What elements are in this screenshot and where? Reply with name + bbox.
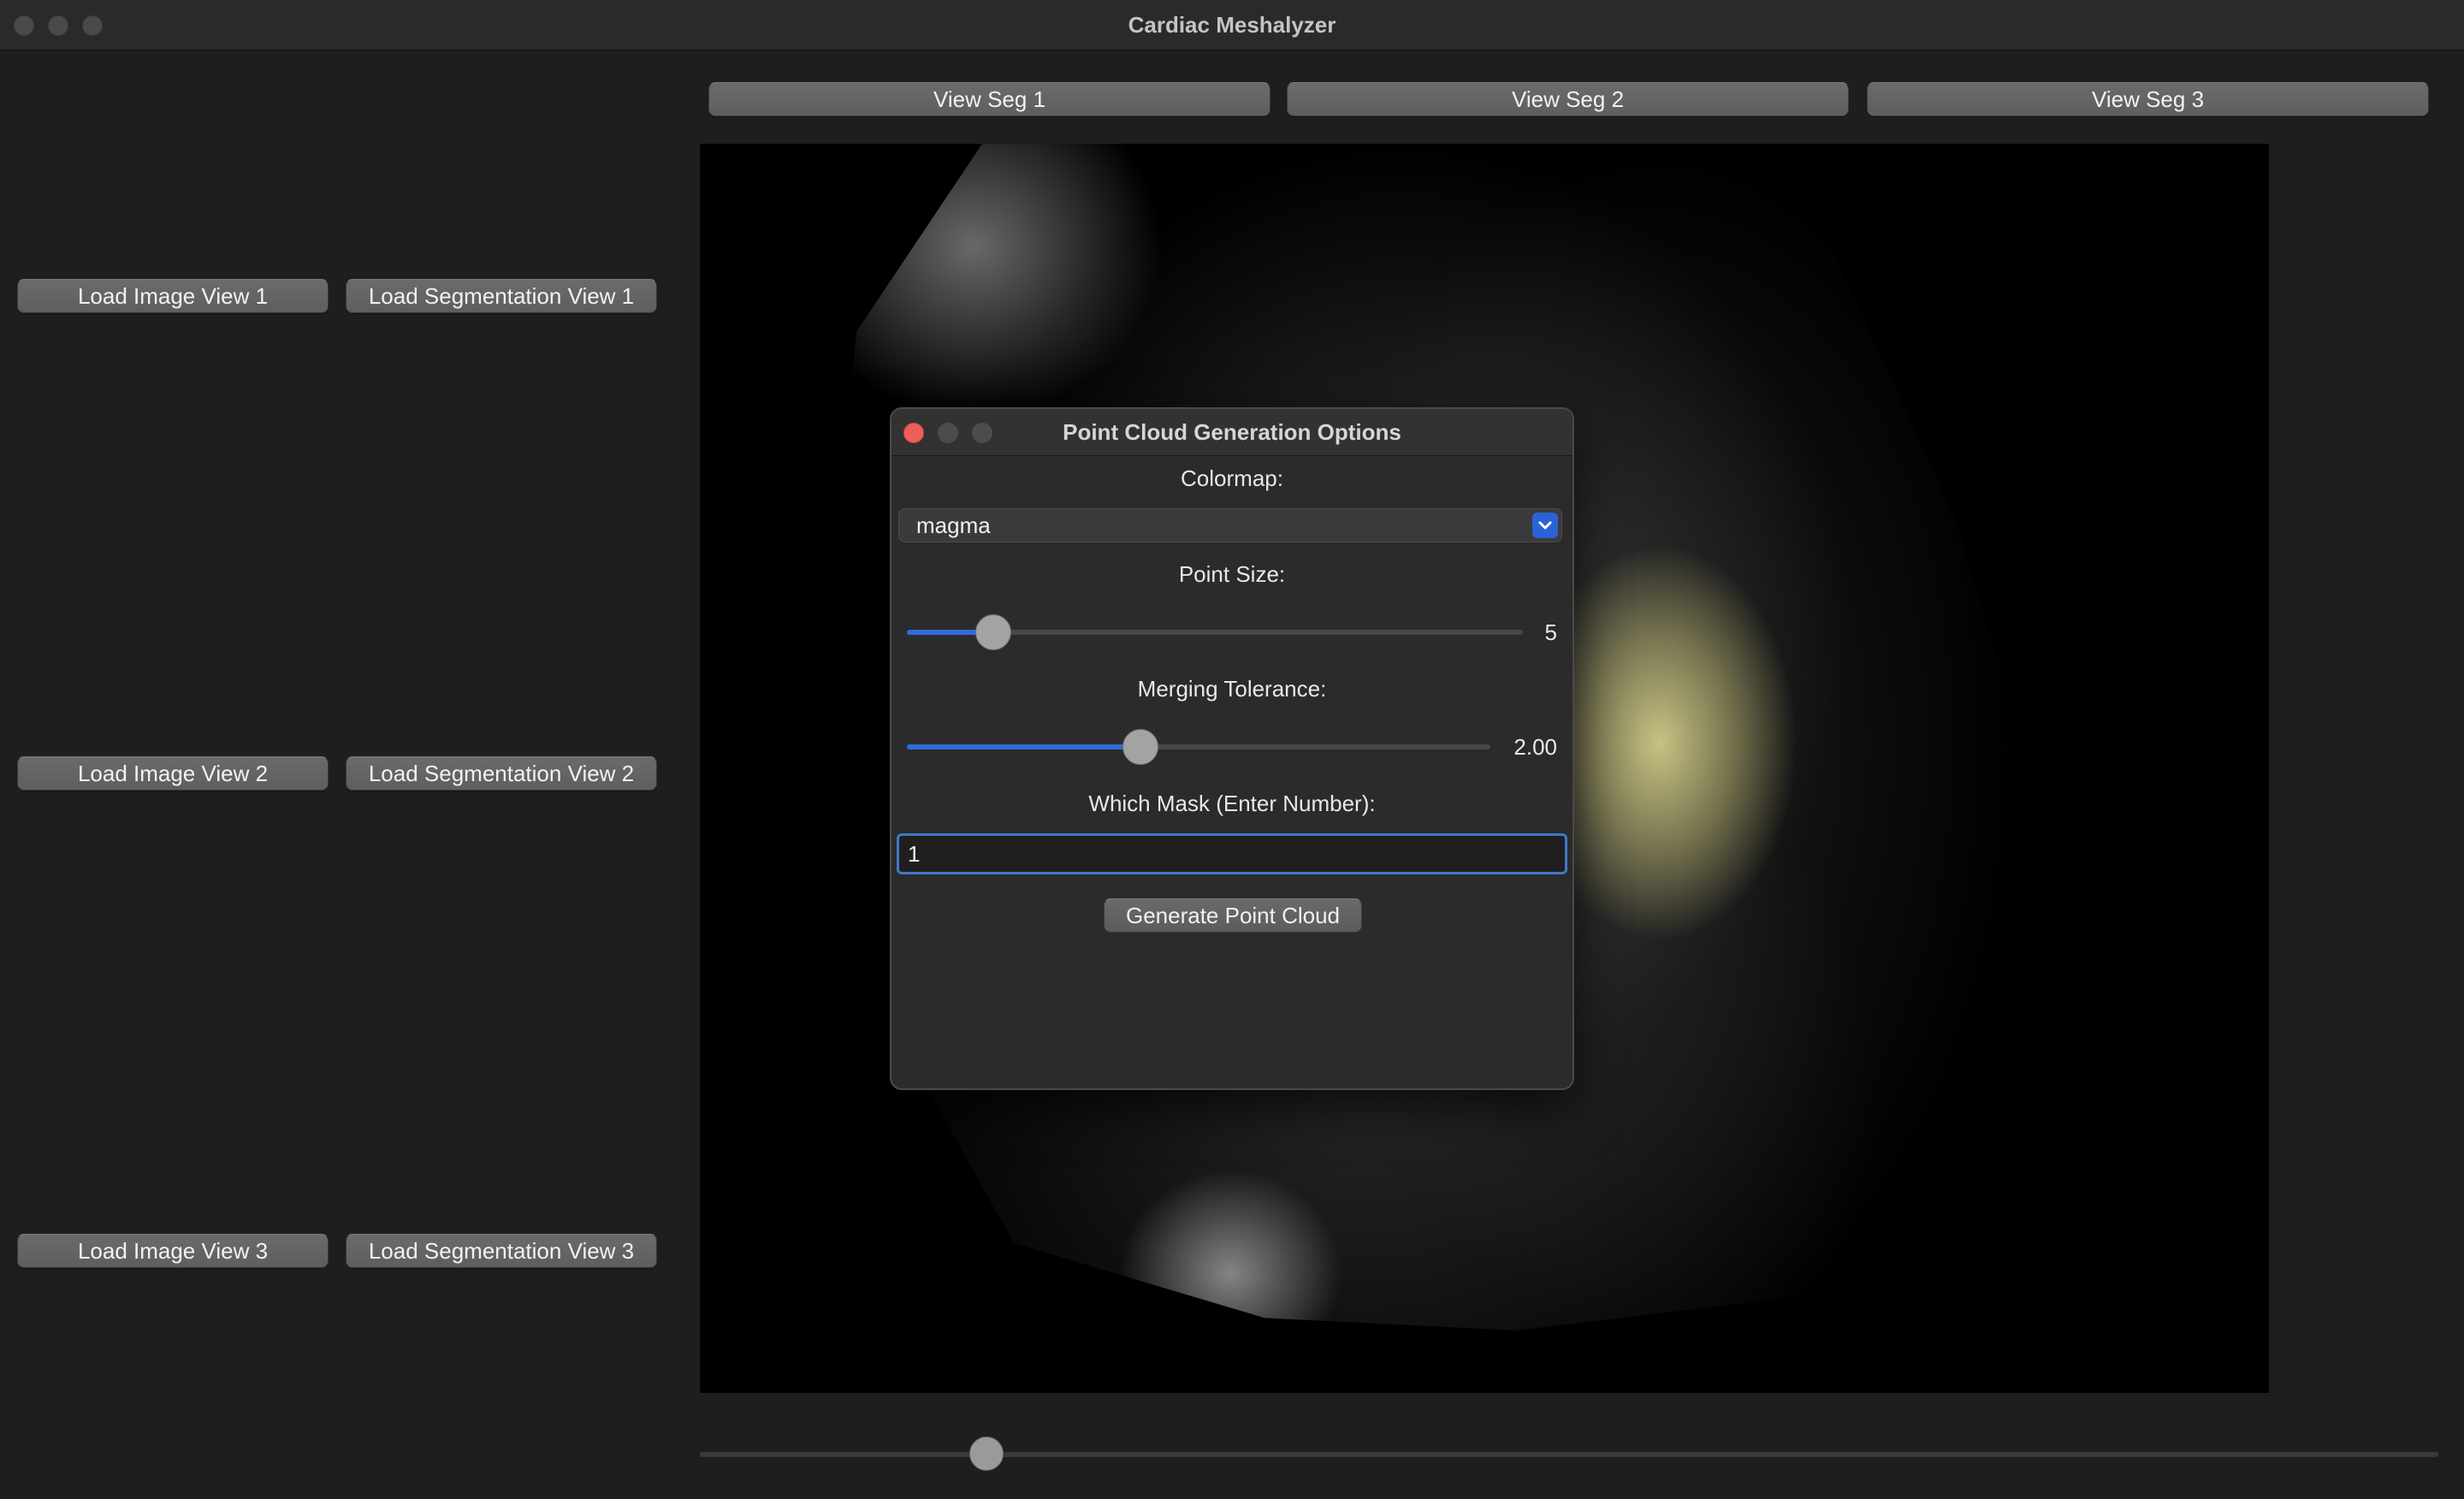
- merging-tolerance-value: 2.00: [1513, 734, 1557, 760]
- point-size-slider-knob[interactable]: [975, 614, 1011, 650]
- load-segmentation-view-1-button[interactable]: Load Segmentation View 1: [346, 279, 657, 313]
- colormap-value: magma: [916, 513, 991, 538]
- generate-point-cloud-button[interactable]: Generate Point Cloud: [1104, 898, 1362, 933]
- merging-tolerance-label: Merging Tolerance:: [1137, 676, 1327, 702]
- load-segmentation-view-3-button[interactable]: Load Segmentation View 3: [346, 1234, 657, 1268]
- load-segmentation-view-2-button[interactable]: Load Segmentation View 2: [346, 756, 657, 791]
- mask-number-label: Which Mask (Enter Number):: [1088, 791, 1376, 816]
- load-image-view-1-button[interactable]: Load Image View 1: [17, 279, 329, 313]
- colormap-label: Colormap:: [1181, 465, 1283, 491]
- view-seg-3-button[interactable]: View Seg 3: [1867, 82, 2429, 116]
- slice-slider-knob[interactable]: [969, 1437, 1004, 1471]
- view-seg-1-button[interactable]: View Seg 1: [708, 82, 1270, 116]
- window-titlebar: Cardiac Meshalyzer: [0, 0, 2464, 50]
- load-image-view-2-button[interactable]: Load Image View 2: [17, 756, 329, 791]
- slice-slider-track[interactable]: [700, 1452, 2438, 1457]
- dialog-title: Point Cloud Generation Options: [1063, 419, 1401, 445]
- load-image-view-3-button[interactable]: Load Image View 3: [17, 1234, 329, 1268]
- window-title: Cardiac Meshalyzer: [1128, 12, 1336, 38]
- view-seg-2-button[interactable]: View Seg 2: [1287, 82, 1849, 116]
- point-cloud-dialog: Point Cloud Generation Options Colormap:…: [890, 407, 1574, 1090]
- merging-tolerance-slider-knob[interactable]: [1122, 729, 1158, 765]
- mask-number-input[interactable]: [897, 833, 1567, 874]
- point-size-value: 5: [1544, 619, 1557, 645]
- dialog-titlebar: Point Cloud Generation Options: [891, 409, 1573, 456]
- colormap-select[interactable]: magma: [898, 508, 1562, 542]
- point-size-label: Point Size:: [1178, 561, 1286, 587]
- merging-tolerance-slider-fill: [907, 744, 1140, 750]
- chevron-down-icon[interactable]: [1532, 513, 1558, 538]
